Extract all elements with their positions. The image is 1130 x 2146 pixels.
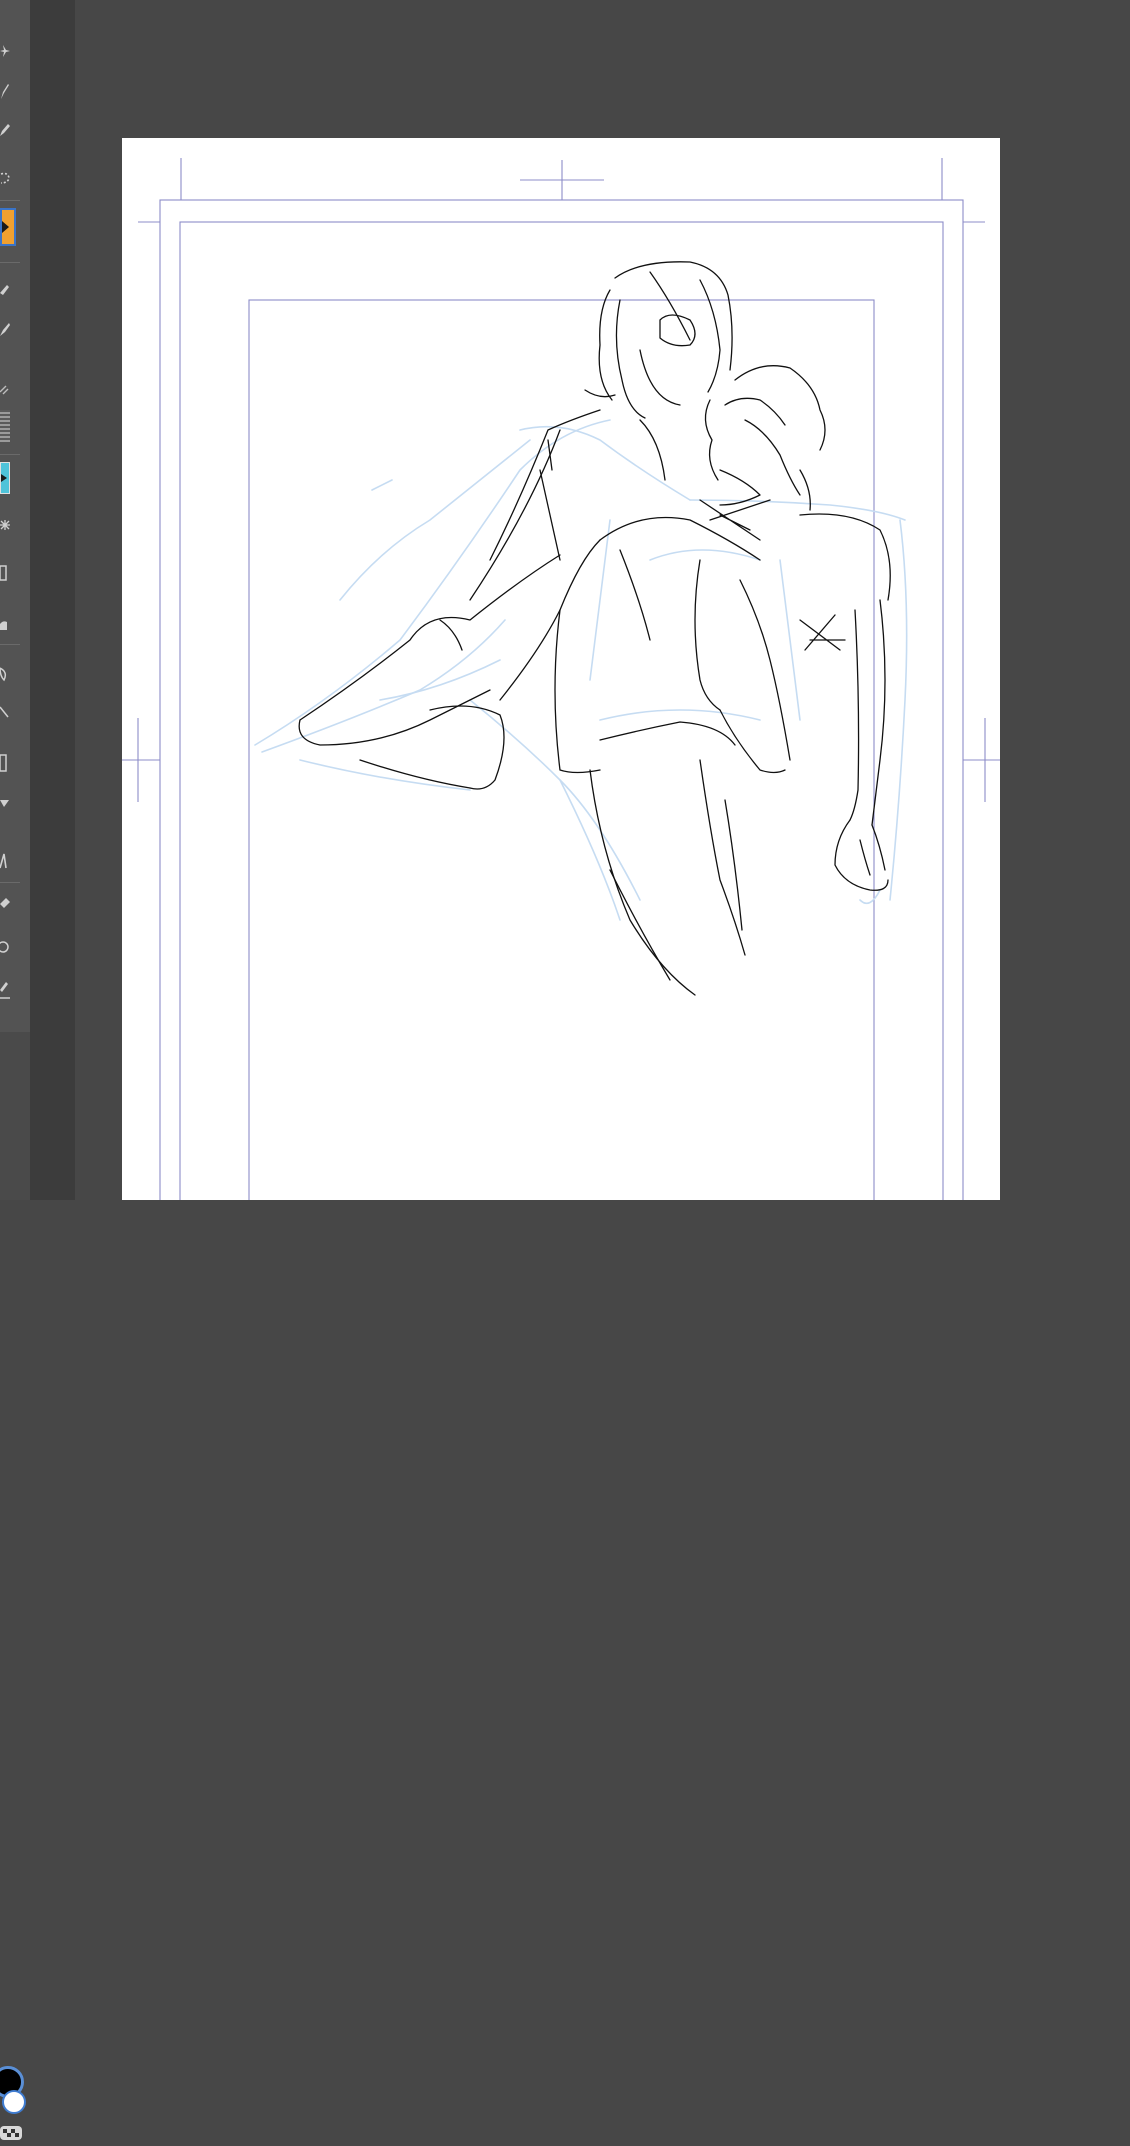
pen-icon[interactable]: [0, 80, 18, 102]
balloon-icon[interactable]: [0, 936, 18, 958]
panel-divider: [30, 0, 75, 1200]
text-icon[interactable]: [0, 850, 18, 872]
line-icon[interactable]: [0, 700, 18, 722]
correction-icon[interactable]: [0, 894, 18, 916]
page-guides: [122, 158, 1000, 1200]
figure-icon[interactable]: [0, 752, 18, 774]
drawing-canvas[interactable]: [122, 138, 1000, 1200]
background-color-swatch[interactable]: [2, 2090, 26, 2114]
ruler-icon[interactable]: [0, 614, 18, 636]
shape-icon[interactable]: [0, 792, 18, 814]
pencil-icon[interactable]: [0, 118, 18, 140]
brush-icon[interactable]: [0, 318, 18, 340]
eraser-icon[interactable]: [0, 278, 18, 300]
tool-palette: [0, 0, 30, 1200]
color-panel: [0, 1032, 30, 2140]
fill-bucket-icon[interactable]: [0, 208, 16, 246]
lasso-icon[interactable]: [0, 168, 18, 190]
blend-icon[interactable]: [0, 514, 18, 536]
airbrush-icon[interactable]: [0, 378, 18, 400]
frame-icon[interactable]: [0, 562, 18, 584]
swap-colors-icon[interactable]: [0, 2124, 24, 2142]
sketch-layer: [122, 158, 1000, 1200]
eyedropper-icon[interactable]: [0, 978, 18, 1000]
line-sketch: [298, 261, 891, 996]
gradient-icon[interactable]: [0, 462, 10, 494]
texture-icon[interactable]: [0, 410, 10, 442]
liquify-icon[interactable]: [0, 662, 18, 684]
sparkle-icon[interactable]: [0, 40, 18, 62]
